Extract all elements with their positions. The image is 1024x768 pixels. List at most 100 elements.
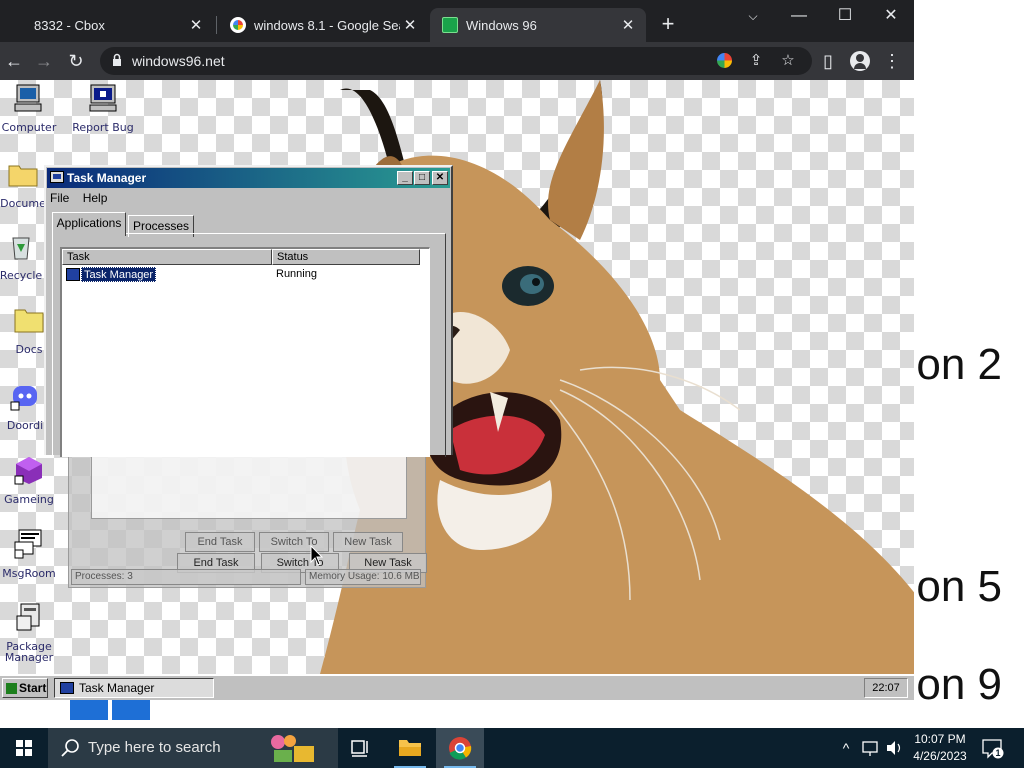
minimize-button[interactable]: _: [397, 171, 413, 185]
taskbar-clock[interactable]: 10:07 PM 4/26/2023: [906, 731, 974, 765]
reload-icon[interactable]: ↻: [64, 49, 88, 73]
task-list[interactable]: Task Status Task Manager Running: [60, 247, 430, 457]
table-row[interactable]: Task Manager Running: [64, 267, 424, 283]
desktop-icon-computer[interactable]: Computer: [0, 82, 64, 134]
close-icon[interactable]: ✕: [186, 16, 206, 34]
clock-time: 10:07 PM: [914, 732, 966, 746]
discord-icon: [10, 386, 37, 411]
desktop-icon-label: MsgRoom: [2, 567, 56, 580]
tab-windows96[interactable]: Windows 96 ✕: [430, 8, 646, 42]
profile-icon[interactable]: [848, 49, 872, 73]
bookmark-star-icon[interactable]: ☆: [776, 49, 800, 73]
windows96-desktop[interactable]: Computer Report Bug Docume Recycle Docs …: [0, 80, 914, 700]
tab-label: 8332 - Cbox: [34, 17, 105, 33]
task-name: Task Manager: [81, 267, 157, 282]
chrome-icon[interactable]: [436, 728, 484, 768]
menu-file[interactable]: File: [50, 191, 69, 205]
task-view-icon[interactable]: [336, 728, 384, 768]
new-tab-button[interactable]: +: [656, 12, 680, 36]
tab-label: windows 8.1 - Google Search: [254, 17, 400, 33]
close-icon[interactable]: ✕: [400, 16, 420, 34]
folder-icon: [8, 165, 38, 187]
search-highlight-icon: [271, 735, 314, 762]
desktop-icon-package-manager[interactable]: Package Manager: [0, 602, 64, 663]
clock-date: 4/26/2023: [913, 749, 967, 763]
google-icon: [230, 17, 246, 33]
tab-search-chevron-icon[interactable]: ⌵: [730, 2, 776, 30]
tab-applications[interactable]: Applications: [52, 212, 126, 236]
search-placeholder: Type here to search: [88, 739, 221, 756]
share-icon[interactable]: ⇪: [744, 49, 768, 73]
status-memory: Memory Usage: 10.6 MB: [305, 569, 421, 585]
package-icon: [16, 603, 40, 631]
notification-count-badge: 1: [995, 748, 1001, 758]
side-panel-icon[interactable]: ▯: [816, 49, 840, 73]
desktop-icon-label: Computer: [1, 121, 57, 134]
computer-icon: [14, 84, 42, 112]
menu-bar: File Help: [50, 191, 117, 209]
w96-taskbar-task-manager[interactable]: Task Manager: [54, 678, 214, 698]
windows-start-icon[interactable]: [0, 728, 48, 768]
window-ghost-trail: End Task Switch To New Task End Task Swi…: [68, 450, 427, 588]
maximize-button[interactable]: □: [414, 171, 430, 185]
taskbar-task-label: Task Manager: [79, 681, 155, 695]
report-bug-icon: [89, 84, 117, 112]
desktop-icon-label: Gameing: [4, 493, 54, 506]
desktop-icon-gameing[interactable]: Gameing: [0, 454, 64, 506]
menu-help[interactable]: Help: [83, 191, 108, 205]
file-explorer-icon[interactable]: [386, 728, 434, 768]
folder-icon: [14, 309, 44, 333]
task-status: Running: [276, 268, 317, 280]
recycle-bin-icon: [12, 237, 30, 260]
back-arrow-icon[interactable]: ←: [2, 49, 26, 73]
lock-icon: [113, 53, 121, 66]
task-manager-window[interactable]: Task Manager _ □ ✕ File Help Application…: [44, 165, 453, 457]
address-bar[interactable]: windows96.net ⇪ ☆: [100, 47, 812, 75]
background-text-2: on 5: [916, 562, 1002, 611]
volume-icon[interactable]: [884, 728, 904, 768]
network-icon[interactable]: [860, 728, 882, 768]
column-header-task[interactable]: Task: [62, 249, 272, 265]
cube-icon: [14, 457, 42, 485]
desktop-icon-label: Package Manager: [4, 640, 54, 664]
windows-taskbar: Type here to search ^ 10:07 PM 4/26/2023…: [0, 728, 1024, 768]
close-button[interactable]: ✕: [432, 171, 448, 185]
desktop-icon-msgroom[interactable]: MsgRoom: [0, 528, 64, 580]
forward-arrow-icon[interactable]: →: [32, 49, 56, 73]
tab-label: Windows 96: [466, 17, 537, 33]
desktop-icon-label: Report Bug: [72, 121, 134, 134]
tab-google-search[interactable]: windows 8.1 - Google Search ✕: [218, 8, 428, 42]
google-lens-icon[interactable]: [712, 49, 736, 73]
ghost-new-task-button: New Task: [333, 532, 403, 552]
url-text: windows96.net: [132, 53, 225, 69]
maximize-button[interactable]: ☐: [822, 2, 868, 30]
background-text-3: on 9: [916, 660, 1002, 709]
desktop-icon-report-bug[interactable]: Report Bug: [68, 82, 138, 134]
tab-cbox[interactable]: 8332 - Cbox ✕: [8, 8, 214, 42]
w96-taskbar: Start Task Manager 22:07: [0, 674, 914, 700]
task-manager-icon: [66, 268, 80, 281]
taskbar-search-box[interactable]: Type here to search: [48, 728, 338, 768]
w96-start-button[interactable]: Start: [2, 678, 48, 698]
task-manager-icon: [60, 682, 74, 694]
start-logo-icon: [6, 683, 17, 694]
column-header-status[interactable]: Status: [272, 249, 420, 265]
ghost-list: [91, 455, 407, 519]
task-manager-title-bar[interactable]: Task Manager _ □ ✕: [47, 168, 450, 188]
task-manager-icon: [50, 171, 64, 183]
status-processes: Processes: 3: [71, 569, 301, 585]
w96-clock[interactable]: 22:07: [864, 678, 908, 698]
menu-kebab-icon[interactable]: ⋮: [880, 49, 904, 73]
close-icon[interactable]: ✕: [618, 16, 638, 34]
minimize-button[interactable]: —: [776, 2, 822, 30]
chat-window-icon: [14, 529, 42, 559]
close-window-button[interactable]: ✕: [868, 2, 914, 30]
start-label: Start: [19, 681, 47, 695]
browser-toolbar: ← → ↻ windows96.net ⇪ ☆ ▯ ⋮: [0, 42, 914, 80]
mouse-cursor-icon: [310, 545, 324, 566]
tab-strip: 8332 - Cbox ✕ windows 8.1 - Google Searc…: [0, 0, 914, 42]
ghost-end-task-button: End Task: [185, 532, 255, 552]
background-text-1: on 2: [916, 340, 1002, 389]
show-hidden-icons-chevron-icon[interactable]: ^: [836, 728, 856, 768]
windows96-icon: [442, 17, 458, 33]
